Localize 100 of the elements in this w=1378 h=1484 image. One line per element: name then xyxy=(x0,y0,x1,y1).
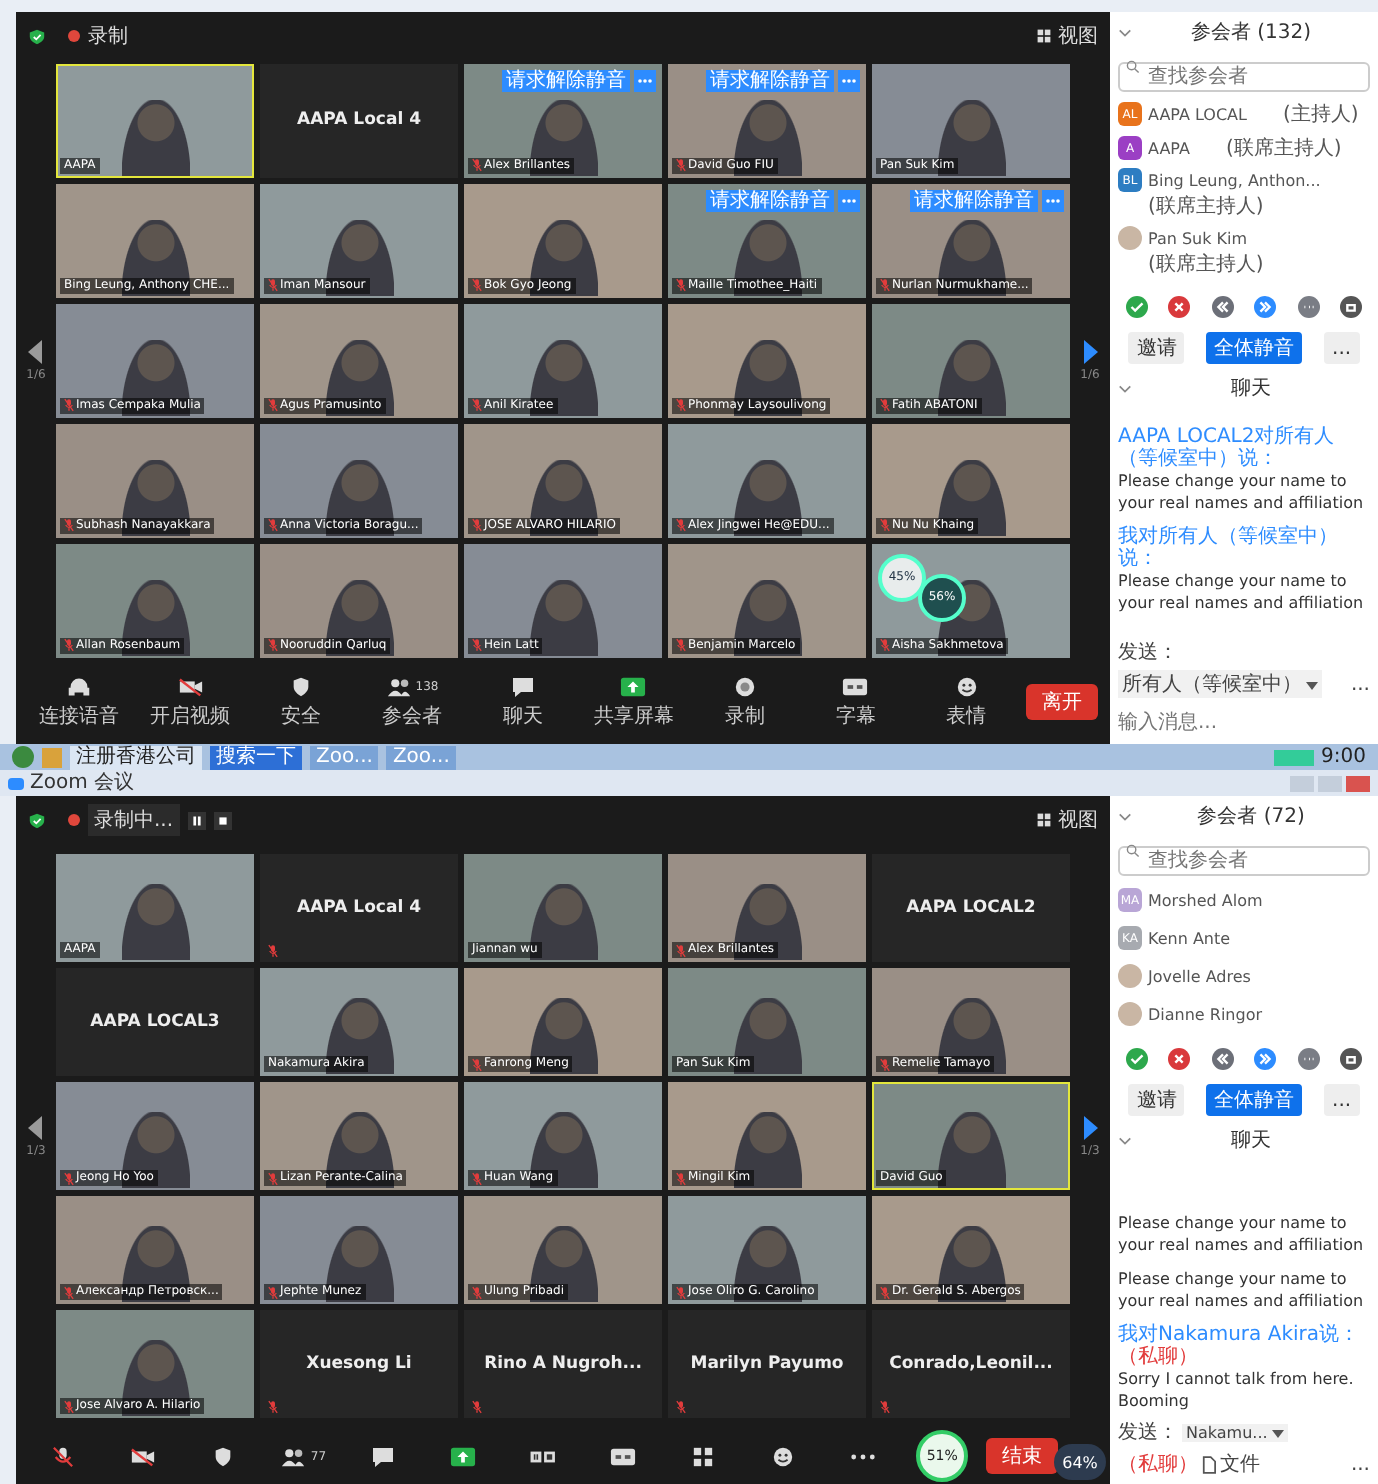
next-page-arrow-icon[interactable] xyxy=(1082,339,1098,363)
more-reaction-icon[interactable] xyxy=(1297,296,1320,318)
search-icon xyxy=(1126,844,1140,858)
participant-role: (联席主持人) xyxy=(1223,135,1342,162)
share-screen-icon xyxy=(620,675,647,697)
chat-message: Please change your name to your real names and affiliation xyxy=(1118,1212,1366,1256)
file-icon xyxy=(1202,1455,1216,1473)
person-silhouette-icon xyxy=(121,884,189,960)
person-silhouette-icon xyxy=(937,459,1005,535)
video-button[interactable]: 开启视频 xyxy=(138,674,242,730)
recipient-dropdown[interactable]: 所有人（等候室中） xyxy=(1118,670,1322,698)
share-screen-icon xyxy=(450,1445,477,1467)
captions-button[interactable]: 字幕 xyxy=(804,674,907,730)
audio-button[interactable]: 连接语音 xyxy=(28,674,131,730)
recipient-dropdown[interactable]: Nakamu... xyxy=(1182,1423,1288,1441)
shield-icon xyxy=(28,811,46,829)
avatar-placeholder xyxy=(1118,964,1142,988)
file-button[interactable]: 文件 xyxy=(1220,1450,1260,1478)
stop-button[interactable] xyxy=(213,811,232,829)
slower-reaction-icon[interactable] xyxy=(1211,296,1234,318)
person-silhouette-icon xyxy=(937,998,1005,1074)
no-reaction-icon[interactable] xyxy=(1168,1048,1191,1070)
previous-page-arrow-icon[interactable] xyxy=(28,339,44,363)
grid-view-icon xyxy=(1036,28,1052,44)
participant-name: Marilyn Payumo xyxy=(688,1352,846,1378)
chevron-down-icon[interactable] xyxy=(1118,383,1132,393)
reactions-button[interactable]: 表情 xyxy=(915,674,1018,730)
panel-title: 参会者 (72) xyxy=(1195,803,1307,830)
participant-name: Bing Leung, Anthon... xyxy=(1148,171,1321,189)
avatar-placeholder xyxy=(1118,226,1142,250)
coffee-reaction-icon[interactable] xyxy=(1339,1048,1362,1070)
chevron-down-icon[interactable] xyxy=(1118,1135,1132,1145)
participant-name: Jovelle Adres xyxy=(1148,967,1251,985)
panel-button[interactable]: 邀请 xyxy=(1128,1084,1185,1116)
share-button[interactable]: 共享屏幕 xyxy=(582,674,686,730)
search-field[interactable]: 查找参会者 xyxy=(1118,62,1370,92)
record-button[interactable]: 录制 xyxy=(693,674,797,730)
participant-name: AAPA LOCAL xyxy=(1148,105,1247,123)
panel-title: 参会者 (132) xyxy=(1188,19,1314,46)
participant-name: AAPA LOCAL2 xyxy=(904,896,1038,922)
participant-name: AAPA Local 4 xyxy=(295,896,423,922)
panel-button[interactable]: ... xyxy=(1324,332,1360,364)
yes-reaction-icon[interactable] xyxy=(1126,296,1148,318)
chevron-down-icon[interactable] xyxy=(1118,27,1132,37)
caret-down-icon xyxy=(1271,1429,1284,1437)
security-button[interactable]: 安全 xyxy=(249,674,353,730)
more-button[interactable]: ... xyxy=(1350,1453,1370,1475)
grid-view-icon xyxy=(1036,812,1052,828)
next-page-arrow-icon[interactable] xyxy=(1082,1115,1098,1139)
people-icon xyxy=(385,675,412,697)
chat-bubble-icon xyxy=(509,675,536,697)
end-button[interactable]: 结束 xyxy=(986,1438,1059,1474)
participant-row[interactable]: Jovelle Adres xyxy=(1118,960,1370,992)
view-button[interactable]: 视图 xyxy=(1058,806,1098,834)
captions-icon xyxy=(609,1445,636,1467)
yes-reaction-icon[interactable] xyxy=(1126,1048,1148,1070)
chat-message: Sorry I cannot talk from here. Booming xyxy=(1118,1368,1356,1412)
smiley-icon xyxy=(953,675,980,697)
view-button[interactable]: 视图 xyxy=(1058,22,1098,50)
chat-button[interactable]: 聊天 xyxy=(471,674,575,730)
more-reaction-icon[interactable] xyxy=(1297,1048,1320,1070)
panel-title: 聊天 xyxy=(1229,376,1273,402)
panel-button[interactable]: 全体静音 xyxy=(1206,1084,1303,1116)
person-silhouette-icon xyxy=(325,998,393,1074)
private-tag: （私聊） xyxy=(1118,1346,1198,1368)
taskbar-item[interactable]: 注册香港公司 xyxy=(70,745,202,769)
faster-reaction-icon[interactable] xyxy=(1254,1048,1277,1070)
participant-name: AAPA Local 4 xyxy=(295,108,423,134)
panel-button[interactable]: ... xyxy=(1324,1084,1360,1116)
start-button[interactable] xyxy=(12,746,34,768)
end-button[interactable]: 离开 xyxy=(1025,684,1098,720)
chevron-down-icon[interactable] xyxy=(1118,811,1132,821)
slower-reaction-icon[interactable] xyxy=(1211,1048,1234,1070)
coffee-reaction-icon[interactable] xyxy=(1339,296,1362,318)
faster-reaction-icon[interactable] xyxy=(1254,296,1277,318)
previous-page-arrow-icon[interactable] xyxy=(28,1115,44,1139)
pause-button[interactable] xyxy=(187,811,206,829)
search-field[interactable]: 查找参会者 xyxy=(1118,846,1370,876)
participant-row[interactable]: Dianne Ringor xyxy=(1118,998,1370,1030)
no-reaction-icon[interactable] xyxy=(1168,296,1191,318)
record-icon xyxy=(68,30,80,42)
taskbar-item[interactable]: 搜索一下 xyxy=(210,745,302,769)
person-silhouette-icon xyxy=(325,1226,393,1302)
participant-name: AAPA xyxy=(1148,139,1190,157)
recording-label: 录制中... xyxy=(88,804,180,836)
search-icon xyxy=(1126,60,1140,74)
participant-name: Dianne Ringor xyxy=(1148,1005,1263,1023)
more-button[interactable]: ... xyxy=(1350,673,1370,695)
panel-title: 聊天 xyxy=(1229,1128,1273,1154)
participant-role: (联席主持人) xyxy=(1146,251,1264,278)
panel-button[interactable]: 全体静音 xyxy=(1206,332,1303,364)
chat-message: Please change your name to your real names and affiliation xyxy=(1118,570,1366,614)
participant-name: Kenn Ante xyxy=(1148,929,1231,947)
close-button[interactable] xyxy=(1346,775,1370,791)
panel-button[interactable]: 邀请 xyxy=(1128,332,1185,364)
message-sender: AAPA LOCAL2对所有人（等候室中）说： xyxy=(1118,426,1335,470)
tray-icon xyxy=(1273,749,1314,765)
participant-row[interactable]: Pan Suk Kim (联席主持人) xyxy=(1118,226,1370,278)
shield-icon xyxy=(28,27,46,45)
chat-message: Please change your name to your real names and affiliation xyxy=(1118,470,1366,514)
